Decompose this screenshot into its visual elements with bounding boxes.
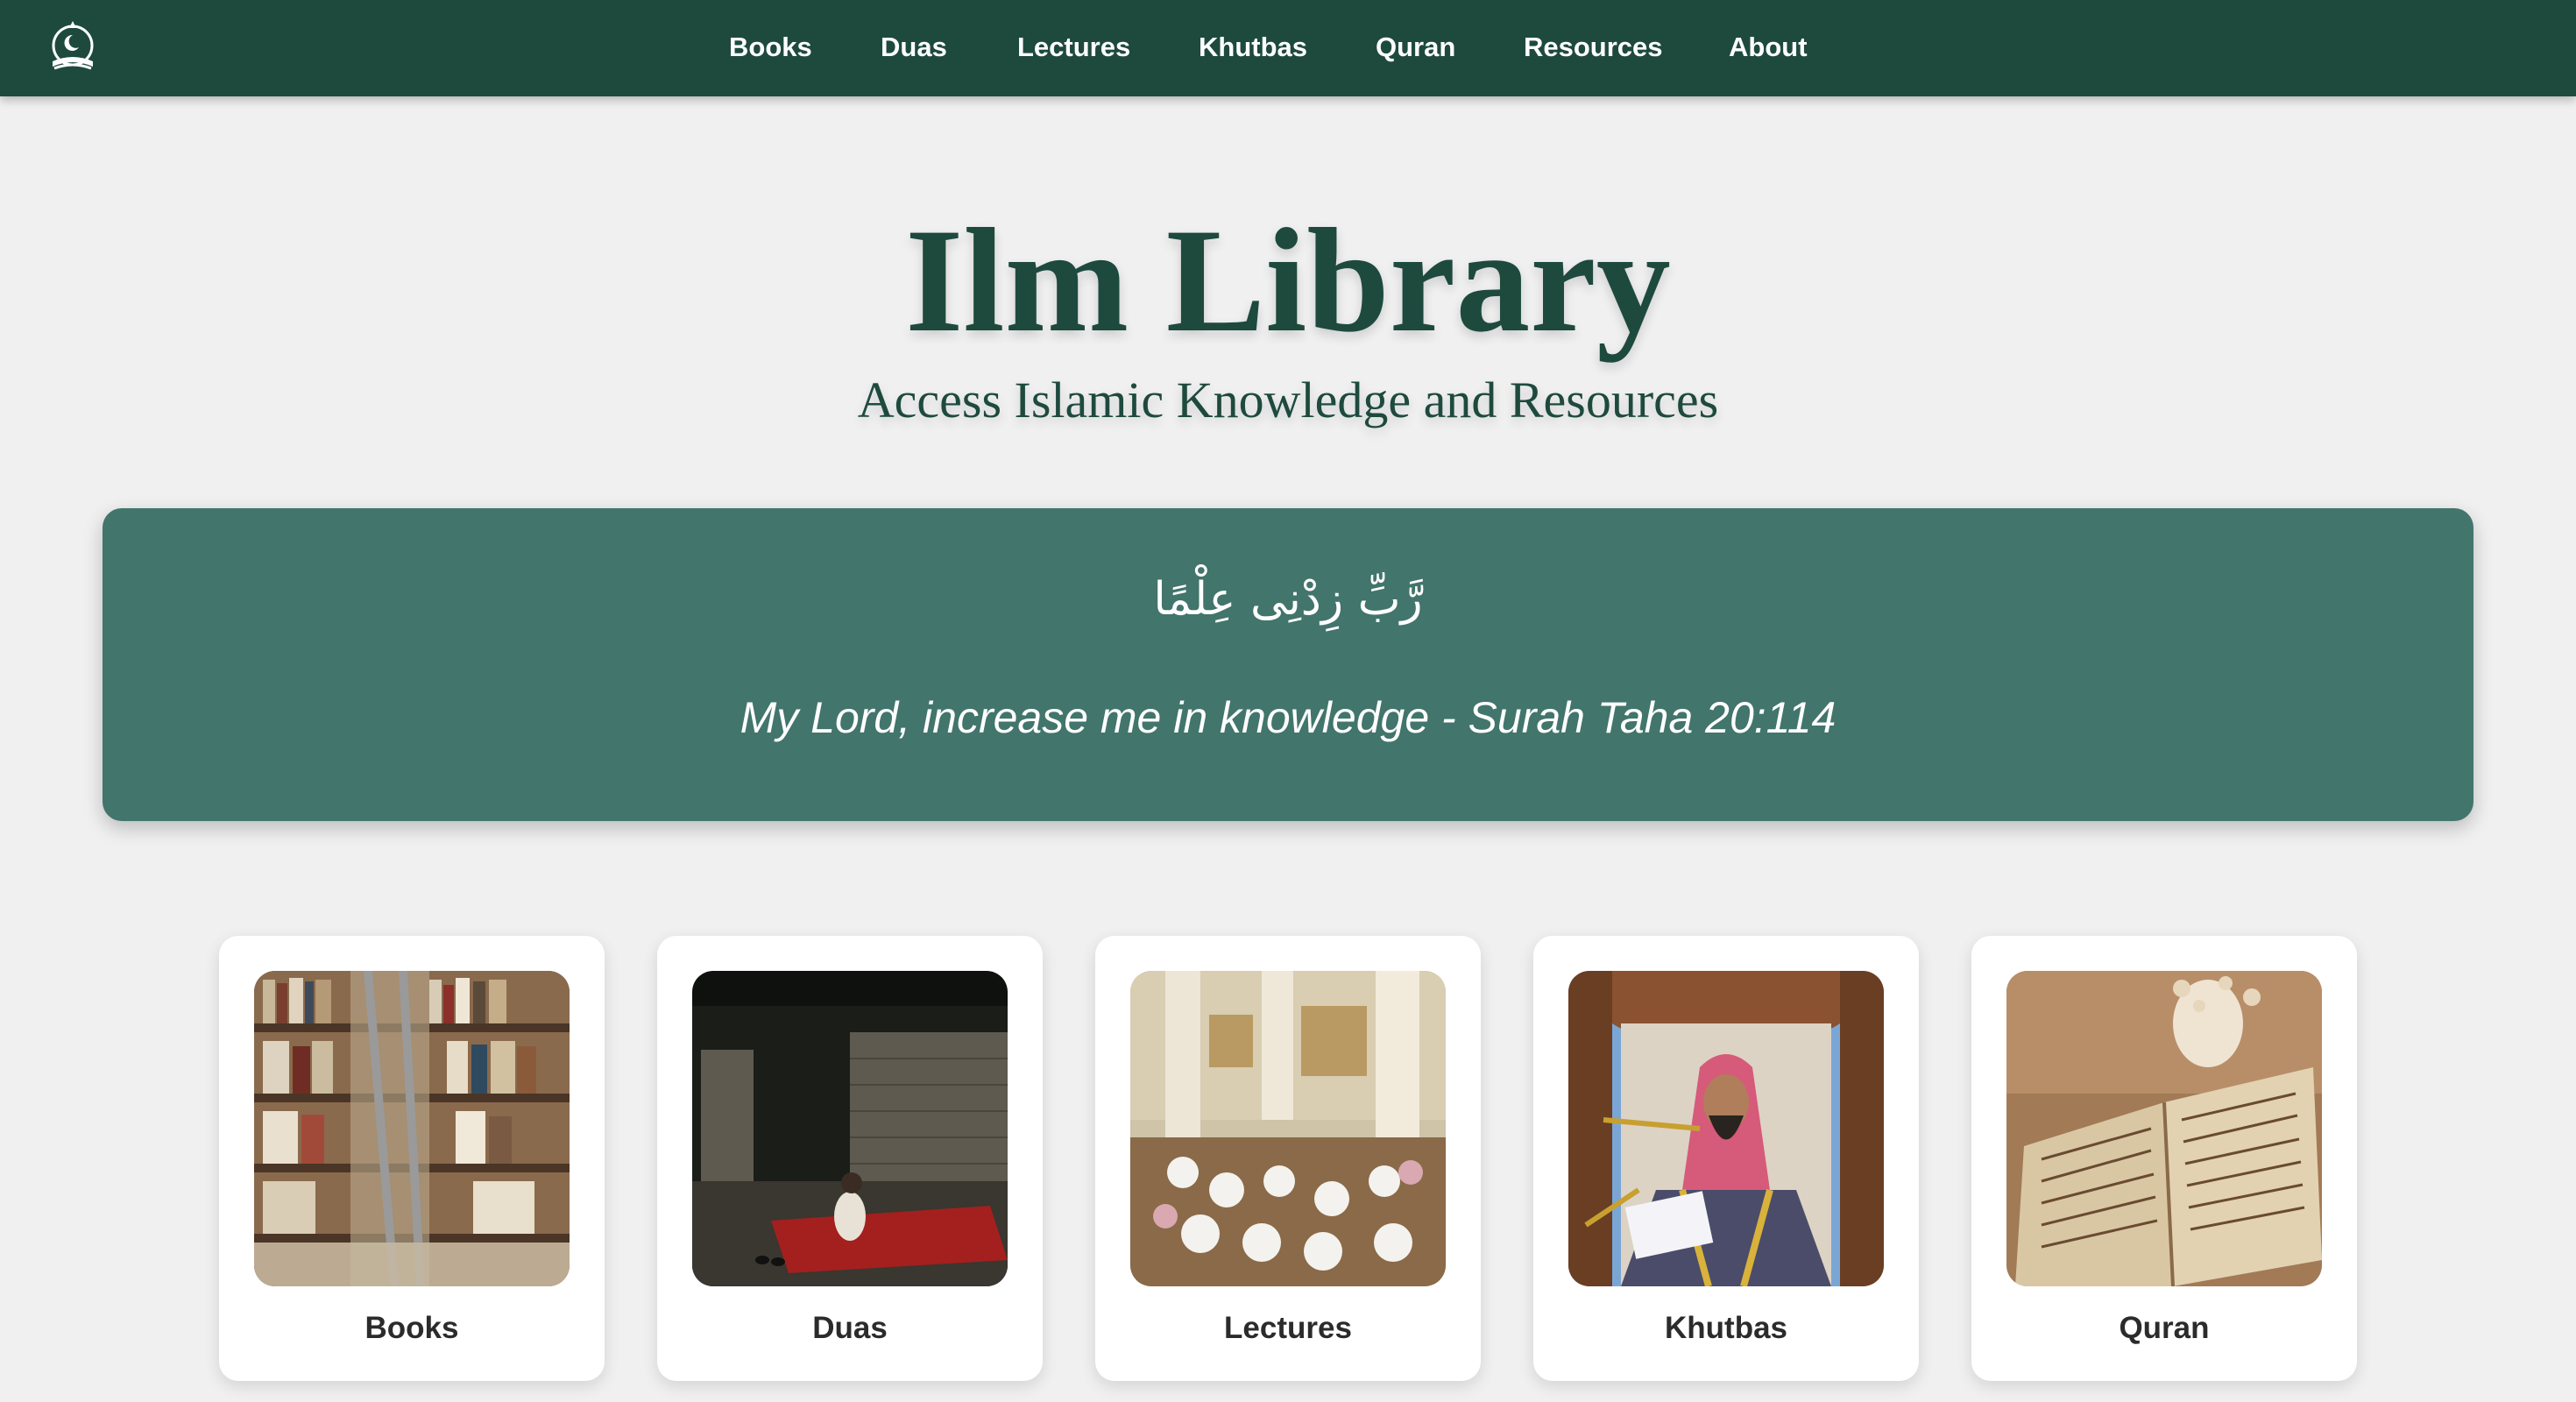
top-navbar: Books Duas Lectures Khutbas Quran Resour…	[0, 0, 2576, 96]
person-praying-on-rug-photo	[692, 971, 1008, 1286]
card-label-quran: Quran	[2119, 1311, 2210, 1345]
card-label-duas: Duas	[812, 1311, 888, 1345]
nav-item-books[interactable]: Books	[729, 32, 812, 63]
quote-arabic-text: رَّبِّ زِدْنِى عِلْمًا	[1153, 573, 1423, 626]
mosque-study-circle-photo	[1130, 971, 1446, 1286]
card-label-lectures: Lectures	[1224, 1311, 1352, 1345]
card-label-books: Books	[364, 1311, 459, 1345]
card-khutbas[interactable]: Khutbas	[1533, 936, 1919, 1381]
card-books[interactable]: Books	[219, 936, 605, 1381]
page-title: Ilm Library	[905, 198, 1671, 363]
card-duas[interactable]: Duas	[657, 936, 1043, 1381]
open-quran-photo	[2006, 971, 2322, 1286]
nav-menu: Books Duas Lectures Khutbas Quran Resour…	[0, 0, 2576, 96]
card-lectures[interactable]: Lectures	[1095, 936, 1481, 1381]
bookshelf-library-photo	[254, 971, 570, 1286]
imam-at-minbar-photo	[1568, 971, 1884, 1286]
card-label-khutbas: Khutbas	[1665, 1311, 1787, 1345]
page-subtitle: Access Islamic Knowledge and Resources	[857, 372, 1719, 428]
nav-item-about[interactable]: About	[1729, 32, 1808, 63]
nav-item-resources[interactable]: Resources	[1524, 32, 1663, 63]
nav-item-quran[interactable]: Quran	[1376, 32, 1455, 63]
nav-item-khutbas[interactable]: Khutbas	[1199, 32, 1307, 63]
card-quran[interactable]: Quran	[1971, 936, 2357, 1381]
nav-item-lectures[interactable]: Lectures	[1017, 32, 1130, 63]
quote-banner: رَّبِّ زِدْنِى عِلْمًا	[103, 508, 2473, 821]
quote-translation: My Lord, increase me in knowledge - Sura…	[740, 693, 1836, 742]
nav-item-duas[interactable]: Duas	[881, 32, 947, 63]
